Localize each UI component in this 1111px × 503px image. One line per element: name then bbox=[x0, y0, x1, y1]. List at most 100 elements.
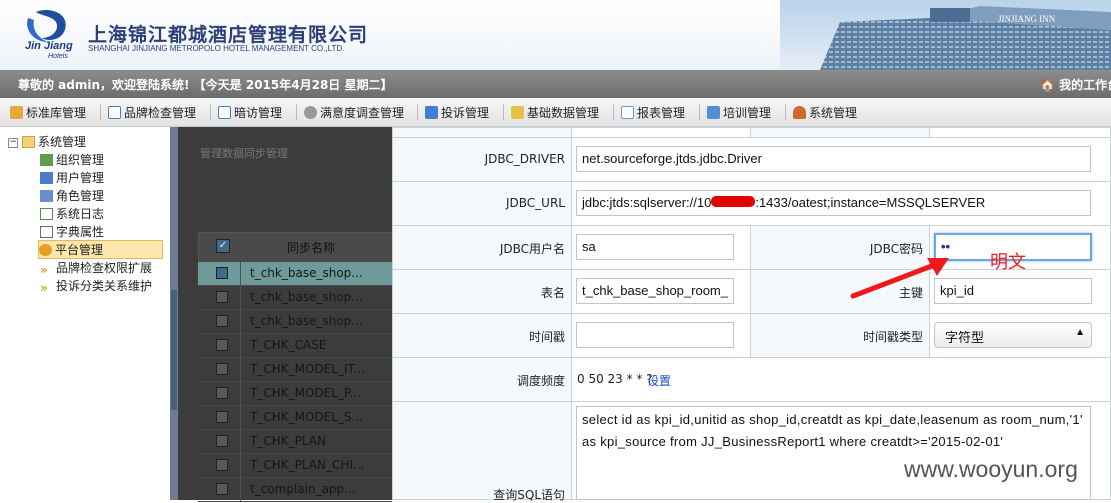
timestamp-type-label: 时间戳类型 bbox=[862, 330, 923, 344]
form-cell: 查询SQL语句 bbox=[392, 401, 572, 502]
jdbc-driver-label: JDBC_DRIVER bbox=[484, 152, 565, 166]
row-name: T_CHK_CASE bbox=[250, 338, 327, 352]
platform-icon bbox=[39, 244, 52, 256]
tree-item-complaint-relation[interactable]: » 投诉分类关系维护 bbox=[40, 277, 152, 294]
app-header: Jin Jiang Hotels 上海锦江都城酒店管理有限公司 SHANGHAI… bbox=[0, 0, 1111, 70]
list-item[interactable]: t_chk_base_shop... bbox=[198, 286, 392, 310]
tree-item-org[interactable]: 组织管理 bbox=[40, 151, 104, 168]
row-checkbox[interactable] bbox=[216, 267, 228, 279]
my-workbench-link[interactable]: 🏠 我的工作台 bbox=[1040, 76, 1111, 93]
dict-icon bbox=[40, 226, 53, 238]
report-icon bbox=[621, 106, 634, 119]
menu-training[interactable]: 培训管理 bbox=[707, 104, 771, 121]
box-icon bbox=[10, 106, 23, 119]
form-cell: 时间戳 bbox=[392, 313, 572, 358]
tree-root-system[interactable]: 系统管理 bbox=[22, 133, 86, 150]
menu-satisfaction-survey[interactable]: 满意度调查管理 bbox=[304, 104, 404, 121]
red-arrow-annotation bbox=[850, 258, 949, 299]
main-menu-bar: 标准库管理 品牌检查管理 暗访管理 满意度调查管理 投诉管理 基础数据管理 报表… bbox=[0, 98, 1111, 127]
tree-item-label: 品牌检查权限扩展 bbox=[56, 261, 153, 275]
row-checkbox[interactable] bbox=[216, 387, 228, 399]
tree-item-platform[interactable]: 平台管理 bbox=[38, 240, 163, 259]
calendar-icon bbox=[218, 106, 231, 119]
my-workbench-label: 我的工作台 bbox=[1059, 78, 1111, 92]
tree-item-label: 角色管理 bbox=[56, 189, 105, 203]
row-name: t_chk_base_shop... bbox=[250, 314, 363, 328]
list-item[interactable]: T_CHK_PLAN bbox=[198, 430, 392, 454]
tree-item-label: 组织管理 bbox=[56, 153, 105, 167]
menu-standard-library[interactable]: 标准库管理 bbox=[10, 104, 86, 121]
menu-label: 满意度调查管理 bbox=[320, 106, 405, 120]
row-checkbox[interactable] bbox=[216, 291, 228, 303]
row-checkbox[interactable] bbox=[216, 339, 228, 351]
row-checkbox[interactable] bbox=[216, 411, 228, 423]
menu-mystery-visit[interactable]: 暗访管理 bbox=[218, 104, 282, 121]
list-item[interactable]: t_chk_base_shop... bbox=[198, 262, 392, 286]
sync-name-column-header: 同步名称 bbox=[287, 241, 336, 255]
list-item[interactable]: T_CHK_MODEL_IT... bbox=[198, 358, 392, 382]
row-checkbox[interactable] bbox=[216, 459, 228, 471]
company-name-cn: 上海锦江都城酒店管理有限公司 bbox=[88, 24, 369, 46]
tree-item-role[interactable]: 角色管理 bbox=[40, 187, 104, 204]
menu-report[interactable]: 报表管理 bbox=[621, 104, 685, 121]
schedule-set-link[interactable]: 设置 bbox=[647, 372, 671, 389]
tree-item-label: 用户管理 bbox=[56, 171, 105, 185]
select-all-checkbox[interactable]: ✓ bbox=[216, 239, 230, 253]
window-icon bbox=[108, 106, 121, 119]
tree-item-user[interactable]: 用户管理 bbox=[40, 169, 104, 186]
folder-icon bbox=[22, 136, 35, 148]
row-name: T_CHK_MODEL_S... bbox=[250, 410, 363, 424]
tree-collapse-toggle[interactable]: − bbox=[8, 138, 18, 148]
monitor-icon bbox=[707, 106, 720, 119]
form-cell: 时间戳类型 bbox=[750, 313, 930, 358]
row-name: T_CHK_MODEL_P... bbox=[250, 386, 361, 400]
list-item[interactable]: T_CHK_PLAN_CHI... bbox=[198, 454, 392, 478]
tree-item-brand-permission[interactable]: » 品牌检查权限扩展 bbox=[40, 259, 152, 276]
list-item[interactable]: T_CHK_CASE bbox=[198, 334, 392, 358]
tree-item-label: 平台管理 bbox=[55, 243, 104, 257]
menu-basic-data[interactable]: 基础数据管理 bbox=[511, 104, 599, 121]
sql-textarea[interactable]: select id as kpi_id,unitid as shop_id,cr… bbox=[576, 406, 1091, 500]
select-arrows-icon: ▲ bbox=[1075, 327, 1085, 338]
tree-item-dict[interactable]: 字典属性 bbox=[40, 223, 104, 240]
jdbc-user-input[interactable]: sa bbox=[576, 234, 734, 260]
tree-item-log[interactable]: 系统日志 bbox=[40, 205, 104, 222]
user-icon bbox=[793, 106, 806, 119]
menu-label: 投诉管理 bbox=[441, 106, 490, 120]
menu-label: 系统管理 bbox=[809, 106, 858, 120]
menu-label: 培训管理 bbox=[723, 106, 772, 120]
jdbc-url-input[interactable]: jdbc:jtds:sqlserver://10:1433/oatest;ins… bbox=[576, 190, 1091, 216]
splitter-handle[interactable] bbox=[171, 290, 177, 410]
list-item[interactable]: t_complain_app... bbox=[198, 478, 392, 502]
timestamp-type-value: 字符型 bbox=[945, 330, 985, 345]
row-name: T_CHK_PLAN bbox=[250, 434, 326, 448]
row-name: t_chk_base_shop... bbox=[250, 290, 363, 304]
table-name-input[interactable]: t_chk_base_shop_room_ bbox=[576, 278, 734, 304]
sql-label: 查询SQL语句 bbox=[493, 488, 565, 502]
list-item[interactable]: T_CHK_MODEL_S... bbox=[198, 406, 392, 430]
row-checkbox[interactable] bbox=[216, 435, 228, 447]
menu-brand-check[interactable]: 品牌检查管理 bbox=[108, 104, 196, 121]
document-icon bbox=[425, 106, 438, 119]
menu-system[interactable]: 系统管理 bbox=[793, 104, 857, 121]
jdbc-driver-input[interactable]: net.sourceforge.jtds.jdbc.Driver bbox=[576, 146, 1091, 172]
form-cell: 表名 bbox=[392, 269, 572, 314]
timestamp-type-select[interactable]: 字符型 ▲ bbox=[934, 322, 1092, 348]
table-name-label: 表名 bbox=[540, 286, 565, 300]
org-icon bbox=[40, 154, 53, 166]
tree-root-label: 系统管理 bbox=[38, 135, 87, 149]
tree-item-label: 投诉分类关系维护 bbox=[56, 279, 153, 293]
row-checkbox[interactable] bbox=[216, 315, 228, 327]
form-cell: 0 50 23 * * ? 设置 bbox=[571, 357, 1111, 402]
list-item[interactable]: t_chk_base_shop... bbox=[198, 310, 392, 334]
hotel-building-image: JINJIANG INN bbox=[780, 0, 1111, 70]
form-cell: JDBC用户名 bbox=[392, 225, 572, 270]
row-checkbox[interactable] bbox=[216, 483, 228, 495]
primary-key-input[interactable]: kpi_id bbox=[934, 278, 1092, 304]
list-item[interactable]: T_CHK_MODEL_P... bbox=[198, 382, 392, 406]
menu-complaint[interactable]: 投诉管理 bbox=[425, 104, 489, 121]
schedule-value: 0 50 23 * * ? bbox=[577, 372, 653, 386]
timestamp-input[interactable] bbox=[576, 322, 734, 348]
expand-icon: » bbox=[40, 263, 48, 277]
row-checkbox[interactable] bbox=[216, 363, 228, 375]
